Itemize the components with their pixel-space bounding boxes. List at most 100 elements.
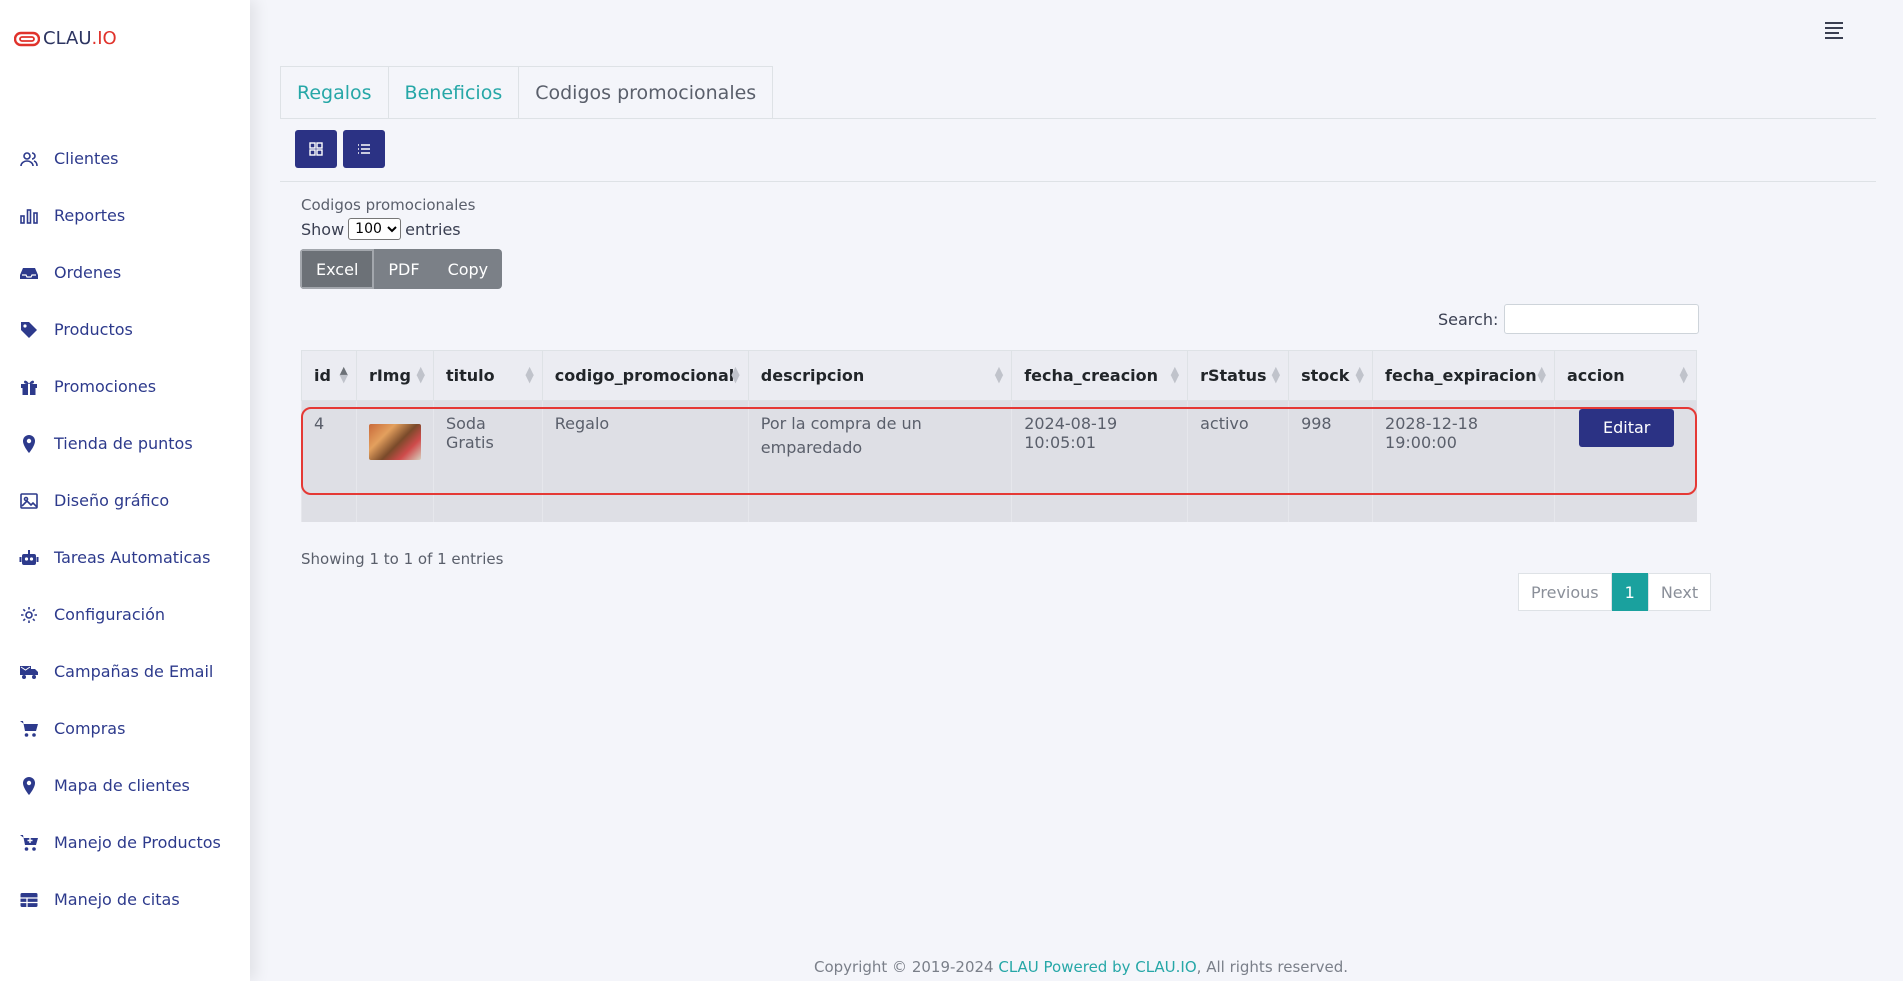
tabs-bar: Regalos Beneficios Codigos promocionales: [280, 66, 774, 119]
sidebar-item-label: Tienda de puntos: [54, 434, 193, 453]
sidebar-item-mapa-clientes[interactable]: Mapa de clientes: [0, 757, 250, 814]
column-header-titulo[interactable]: titulo ▲ ▼: [432, 350, 543, 401]
sidebar-item-compras[interactable]: Compras: [0, 700, 250, 757]
image-icon: [19, 491, 39, 511]
sidebar-item-label: Ordenes: [54, 263, 122, 282]
previous-page-button[interactable]: Previous: [1518, 573, 1612, 611]
sort-icon: ▲ ▼: [525, 364, 534, 385]
column-header-accion[interactable]: accion ▲ ▼: [1553, 350, 1698, 401]
cell-titulo: Soda Gratis: [432, 400, 543, 492]
cell-rimg: [355, 400, 434, 492]
sidebar-item-label: Reportes: [54, 206, 126, 225]
section-title: Codigos promocionales: [301, 196, 476, 214]
cell-id: 4: [301, 400, 357, 492]
list-view-button[interactable]: [343, 130, 385, 168]
tag-icon: [19, 320, 39, 340]
tabs-divider: [280, 118, 1876, 119]
email-truck-icon: [19, 662, 39, 682]
section-divider: [280, 181, 1876, 182]
tab-regalos[interactable]: Regalos: [280, 66, 389, 119]
menu-toggle-icon[interactable]: [1825, 22, 1845, 39]
logo-suffix: .IO: [91, 28, 117, 49]
sort-icon: ▲ ▼: [994, 364, 1004, 385]
column-header-label: descripcion: [760, 366, 865, 385]
sidebar-item-label: Configuración: [54, 605, 166, 624]
search-label: Search:: [1438, 309, 1499, 329]
pagination: Previous 1 Next: [1518, 573, 1712, 611]
column-header-label: codigo_promocional: [554, 366, 735, 385]
page-1-button[interactable]: 1: [1611, 573, 1648, 611]
sort-asc-icon: ▲ ▼: [339, 364, 348, 385]
tab-codigos-promocionales[interactable]: Codigos promocionales: [518, 66, 774, 119]
column-header-rstatus[interactable]: rStatus ▲ ▼: [1187, 350, 1290, 401]
sort-icon: ▲ ▼: [731, 364, 740, 385]
sidebar-item-promociones[interactable]: Promociones: [0, 358, 250, 415]
column-header-codigo-promocional[interactable]: codigo_promocional ▲ ▼: [541, 350, 749, 401]
sort-icon: ▲ ▼: [1679, 364, 1688, 385]
product-thumbnail[interactable]: [368, 424, 421, 460]
footer-link[interactable]: CLAU Powered by CLAU.IO: [998, 958, 1196, 976]
cell-codigo-promocional: Regalo: [541, 400, 749, 492]
sidebar-item-configuracion[interactable]: Configuración: [0, 586, 250, 643]
logo-text: CLAU: [43, 28, 92, 49]
column-header-id[interactable]: id ▲ ▼: [301, 350, 357, 401]
pdf-button[interactable]: PDF: [374, 249, 434, 289]
sort-icon: ▲ ▼: [1170, 364, 1180, 385]
next-page-button[interactable]: Next: [1647, 573, 1712, 611]
edit-button[interactable]: Editar: [1578, 409, 1675, 447]
location-pin-icon: [19, 776, 39, 796]
sidebar-nav: Clientes Reportes Ordenes Productos Prom…: [0, 130, 250, 928]
grid-icon: [309, 142, 323, 156]
users-icon: [19, 149, 39, 169]
sidebar-item-productos[interactable]: Productos: [0, 301, 250, 358]
sidebar-item-diseno-grafico[interactable]: Diseño gráfico: [0, 472, 250, 529]
sidebar-item-label: Manejo de Productos: [54, 833, 221, 852]
search-box: Search:: [1438, 304, 1700, 334]
table-row[interactable]: 4 Soda Gratis Regalo Por la compra de un…: [301, 400, 1697, 492]
sort-icon: ▲ ▼: [1271, 364, 1281, 385]
logo-mark-icon: [14, 31, 40, 46]
search-input[interactable]: [1504, 304, 1700, 334]
sidebar-item-label: Tareas Automaticas: [54, 548, 211, 567]
entries-control: Show 100 entries: [301, 218, 461, 240]
sidebar-item-ordenes[interactable]: Ordenes: [0, 244, 250, 301]
column-header-label: stock: [1301, 366, 1350, 385]
column-header-descripcion[interactable]: descripcion ▲ ▼: [747, 350, 1013, 401]
sidebar-item-tienda-de-puntos[interactable]: Tienda de puntos: [0, 415, 250, 472]
sidebar-item-manejo-productos[interactable]: Manejo de Productos: [0, 814, 250, 871]
table-icon: [19, 890, 39, 910]
sidebar-item-tareas-automaticas[interactable]: Tareas Automaticas: [0, 529, 250, 586]
table-info: Showing 1 to 1 of 1 entries: [301, 550, 504, 568]
sidebar-item-campanas-email[interactable]: Campañas de Email: [0, 643, 250, 700]
sort-icon: ▲ ▼: [1537, 364, 1546, 385]
cell-accion: Editar: [1553, 400, 1697, 492]
gear-icon: [19, 605, 39, 625]
column-header-fecha-creacion[interactable]: fecha_creacion ▲ ▼: [1011, 350, 1189, 401]
column-header-label: rStatus: [1200, 366, 1267, 385]
column-header-label: accion: [1566, 366, 1625, 385]
column-header-rimg[interactable]: rImg ▲ ▼: [355, 350, 434, 401]
view-toggle: [295, 130, 385, 168]
sort-icon: ▲ ▼: [1355, 364, 1365, 385]
copy-button[interactable]: Copy: [433, 249, 503, 289]
column-header-label: id: [314, 366, 331, 385]
cell-rstatus: activo: [1187, 400, 1289, 492]
excel-button[interactable]: Excel: [300, 249, 375, 289]
column-header-stock[interactable]: stock ▲ ▼: [1288, 350, 1374, 401]
sidebar-item-manejo-citas[interactable]: Manejo de citas: [0, 871, 250, 928]
footer: Copyright © 2019-2024 CLAU Powered by CL…: [814, 958, 1348, 976]
column-header-fecha-expiracion[interactable]: fecha_expiracion ▲ ▼: [1372, 350, 1555, 401]
tab-beneficios[interactable]: Beneficios: [387, 66, 520, 119]
grid-view-button[interactable]: [295, 130, 337, 168]
column-header-label: fecha_creacion: [1024, 366, 1159, 385]
cell-stock: 998: [1288, 400, 1373, 492]
show-label: Show: [301, 219, 345, 239]
list-icon: [358, 144, 370, 154]
sidebar-item-reportes[interactable]: Reportes: [0, 187, 250, 244]
entries-select[interactable]: 100: [348, 218, 402, 240]
sidebar-item-label: Manejo de citas: [54, 890, 180, 909]
table-filler-row: [301, 491, 1697, 522]
location-pin-icon: [19, 434, 39, 454]
sidebar-item-clientes[interactable]: Clientes: [0, 130, 250, 187]
app-logo[interactable]: CLAU .IO: [14, 28, 117, 49]
